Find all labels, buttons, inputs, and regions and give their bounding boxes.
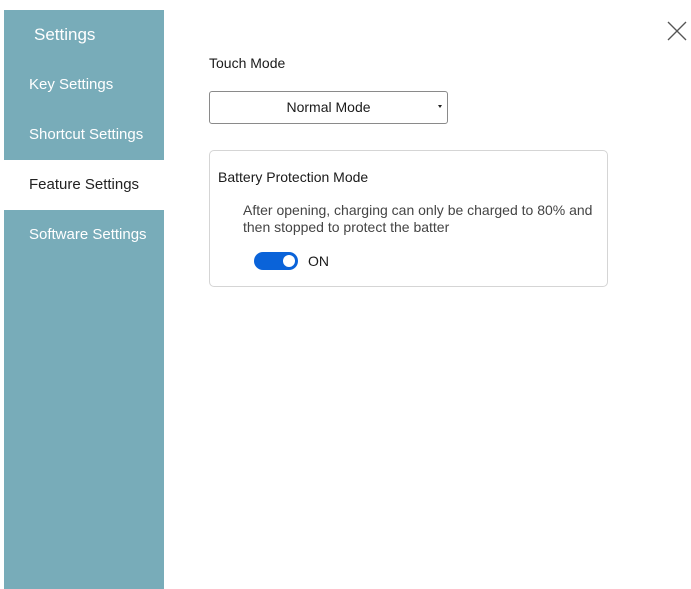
battery-protection-card: Battery Protection Mode After opening, c…: [209, 150, 608, 287]
sidebar-item-shortcut-settings[interactable]: Shortcut Settings: [4, 110, 164, 160]
battery-protection-title: Battery Protection Mode: [218, 169, 369, 185]
touch-mode-selected-value: Normal Mode: [286, 99, 371, 115]
touch-mode-label: Touch Mode: [209, 55, 286, 71]
toggle-state-label: ON: [308, 253, 329, 269]
chevron-down-icon: [438, 105, 442, 108]
toggle-knob: [283, 255, 295, 267]
close-icon: [667, 21, 687, 41]
sidebar-item-key-settings[interactable]: Key Settings: [4, 60, 164, 110]
battery-protection-toggle[interactable]: [254, 252, 298, 270]
touch-mode-select[interactable]: Normal Mode: [209, 91, 448, 124]
battery-protection-description: After opening, charging can only be char…: [243, 202, 593, 235]
sidebar-item-feature-settings[interactable]: Feature Settings: [4, 160, 164, 210]
sidebar: Settings Key Settings Shortcut Settings …: [4, 10, 164, 589]
sidebar-title: Settings: [34, 25, 96, 44]
close-button[interactable]: [666, 20, 688, 42]
settings-window: Settings Key Settings Shortcut Settings …: [0, 0, 691, 589]
sidebar-item-software-settings[interactable]: Software Settings: [4, 210, 164, 260]
